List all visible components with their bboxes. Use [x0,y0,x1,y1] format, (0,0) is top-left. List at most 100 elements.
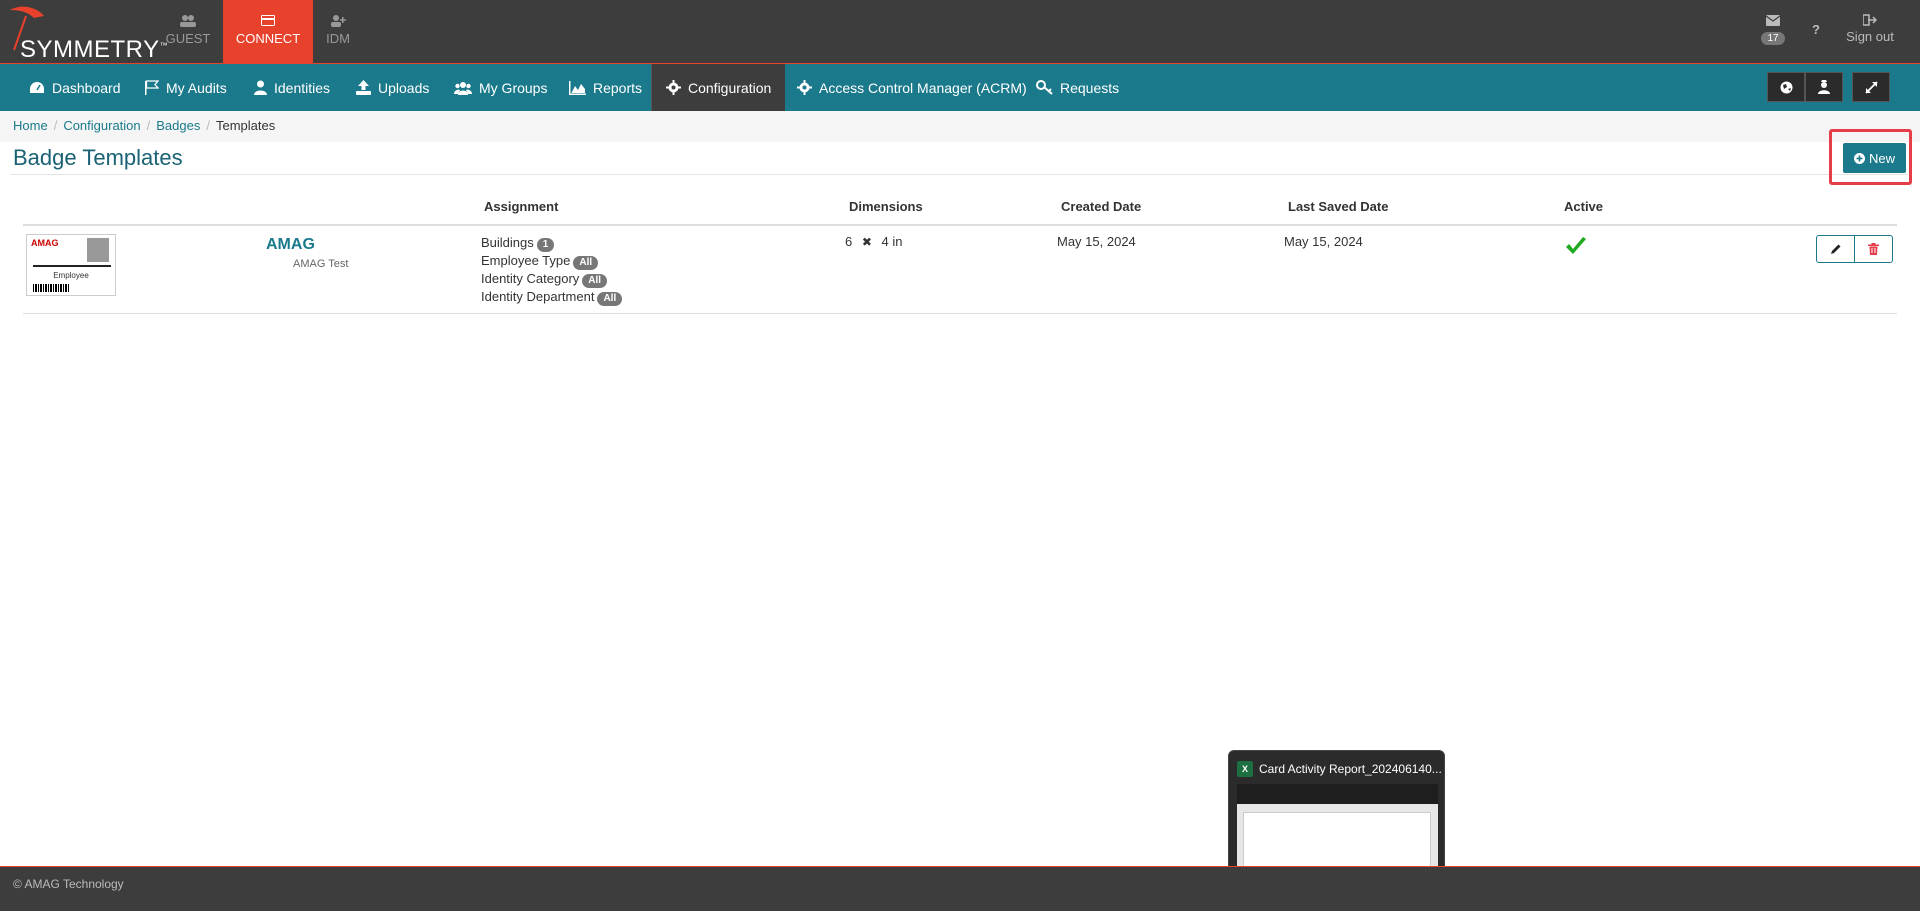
nav-acrm[interactable]: Access Control Manager (ACRM) [797,64,1027,111]
breadcrumb-separator: / [146,118,151,133]
last-saved-date-value: May 15, 2024 [1284,234,1363,249]
nav-reports[interactable]: Reports [569,64,642,111]
assignment-count-badge: All [582,274,608,288]
pencil-icon [1830,244,1840,254]
thumbnail-logo: AMAG [31,238,59,248]
assignment-label: Identity Category [481,271,580,286]
column-header-assignment[interactable]: Assignment [484,199,558,214]
gear-icon [797,80,812,95]
new-button-label: New [1868,150,1895,166]
preview-window-title: Card Activity Report_202406140... [1259,762,1442,776]
footer-copyright: © AMAG Technology [13,877,124,891]
user-plus-icon [318,14,358,28]
assignment-label: Identity Department [481,289,595,304]
sign-out-button[interactable]: Sign out [1840,14,1900,44]
assignment-list: Buildings 1 Employee Type All Identity Cat… [481,234,623,306]
expand-icon [1864,80,1878,94]
thumbnail-label: Employee [53,271,89,280]
breadcrumb-badges[interactable]: Badges [156,118,200,133]
main-nav: Dashboard My Audits Identities Uploads M… [0,63,1920,111]
breadcrumb-separator: / [206,118,210,133]
assignment-label: Buildings [481,235,534,250]
page-title: Badge Templates [13,145,183,170]
app-tab-label: CONNECT [235,31,301,46]
nav-identities[interactable]: Identities [254,64,330,111]
nav-label: Configuration [688,79,772,96]
breadcrumb-current: Templates [215,118,276,133]
column-header-last-saved-date[interactable]: Last Saved Date [1288,199,1388,214]
dimensions-value: 6 ✖ 4 in [845,234,903,249]
active-check-icon [1564,236,1588,261]
breadcrumb-configuration[interactable]: Configuration [63,118,140,133]
app-tab-idm[interactable]: IDM [318,0,358,63]
sign-out-label: Sign out [1846,29,1894,44]
envelope-icon [1765,15,1781,26]
breadcrumb: Home / Configuration / Badges / Templates [0,111,1920,142]
template-name-link[interactable]: AMAG [266,236,315,254]
nav-label: Identities [274,79,331,96]
sign-out-icon [1862,14,1878,26]
assignment-item: Buildings 1 [481,234,622,252]
app-tab-label: GUEST [165,31,211,46]
nav-label: My Audits [166,79,227,96]
group-icon [454,81,472,95]
messages-button[interactable]: 17 [1758,14,1788,45]
new-template-button[interactable]: New [1843,143,1906,173]
table-header-divider [23,224,1897,226]
nav-configuration[interactable]: Configuration [651,64,786,111]
app-tab-label: IDM [326,31,350,46]
nav-my-audits[interactable]: My Audits [144,64,227,111]
nav-label: Dashboard [52,79,121,96]
guest-icon [160,14,216,28]
plus-circle-icon [1853,152,1865,164]
upload-icon [356,80,371,95]
breadcrumb-home[interactable]: Home [13,118,48,133]
flag-icon [145,80,159,95]
trash-icon [1868,243,1879,255]
column-header-created-date[interactable]: Created Date [1061,199,1141,214]
top-bar: SYMMETRY™ GUEST CONNECT IDM 17 ? Sign ou… [0,0,1920,63]
nav-uploads[interactable]: Uploads [356,64,429,111]
nav-label: Requests [1060,79,1120,96]
nav-label: Reports [593,79,643,96]
assignment-count-badge: 1 [536,238,555,252]
times-icon: ✖ [861,235,872,249]
user-secret-button[interactable] [1805,72,1843,102]
assignment-item: Identity Department All [481,288,623,306]
excel-icon: X [1237,761,1253,777]
nav-my-groups[interactable]: My Groups [454,64,547,111]
assignment-label: Employee Type [481,253,571,268]
nav-label: My Groups [479,79,548,96]
thumbnail-photo-placeholder [87,238,109,262]
app-tab-connect[interactable]: CONNECT [223,0,313,63]
breadcrumb-separator: / [53,118,58,133]
preview-ribbon [1237,784,1438,804]
badge-template-thumbnail[interactable]: AMAG Employee [26,234,116,296]
area-chart-icon [569,80,586,95]
user-icon [254,80,267,95]
assignment-count-badge: All [597,292,623,306]
globe-icon [1780,81,1792,93]
edit-template-button[interactable] [1816,235,1855,263]
nav-label: Uploads [378,79,430,96]
symmetry-logo[interactable]: SYMMETRY™ [6,4,168,63]
thumbnail-barcode [33,284,69,292]
help-button[interactable]: ? [1808,22,1824,37]
fullscreen-button[interactable] [1852,72,1890,102]
nav-requests[interactable]: Requests [1036,64,1119,111]
title-divider [10,174,1908,175]
assignment-item: Identity Category All [481,270,622,288]
user-secret-icon [1818,80,1830,94]
delete-template-button[interactable] [1854,235,1893,263]
app-tab-guest[interactable]: GUEST [160,0,216,63]
column-header-dimensions[interactable]: Dimensions [849,199,923,214]
column-header-active[interactable]: Active [1564,199,1603,214]
assignment-count-badge: All [573,256,599,270]
globe-button[interactable] [1767,72,1805,102]
created-date-value: May 15, 2024 [1057,234,1136,249]
footer: © AMAG Technology [0,866,1920,911]
key-icon [1036,80,1053,95]
dimension-height: 4 in [881,234,903,249]
message-count-badge: 17 [1761,32,1785,45]
nav-dashboard[interactable]: Dashboard [29,64,121,111]
